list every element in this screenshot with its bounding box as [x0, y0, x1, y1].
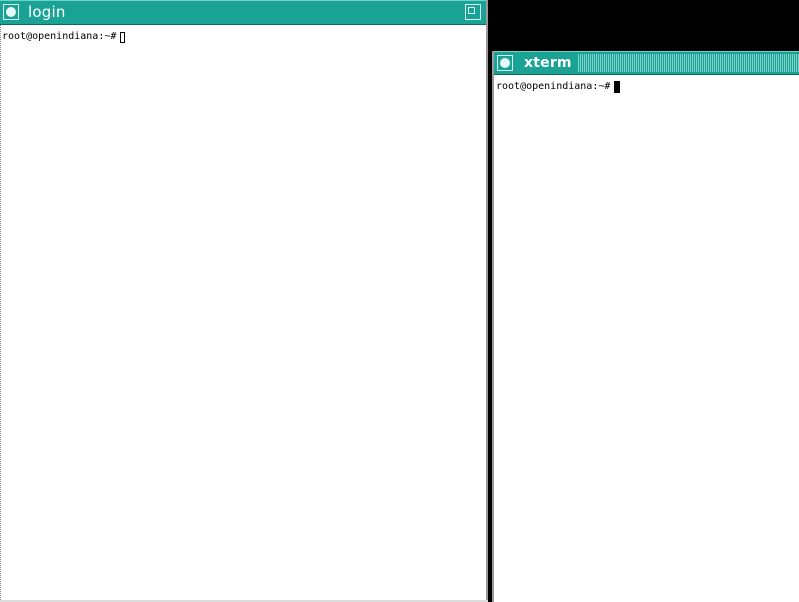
window-menu-dot	[6, 7, 16, 17]
active-title-stripes	[578, 54, 799, 72]
login-titlebar[interactable]: login	[0, 0, 486, 25]
xterm-cursor	[614, 81, 621, 93]
login-cursor	[120, 31, 126, 43]
xterm-titlebar[interactable]: xterm	[494, 51, 799, 75]
xterm-window-title: xterm	[524, 55, 572, 71]
login-terminal-line: root@openindiana:~#	[2, 31, 126, 43]
xterm-prompt: root@openindiana:~#	[496, 81, 611, 92]
maximize-icon[interactable]	[465, 4, 481, 20]
xterm-window[interactable]: xterm root@openindiana:~#	[492, 51, 799, 602]
maximize-icon-inner	[468, 7, 475, 14]
login-window-edge	[0, 25, 1, 602]
xterm-terminal-area[interactable]: root@openindiana:~#	[494, 77, 799, 602]
login-window[interactable]: login root@openindiana:~#	[0, 0, 488, 602]
window-menu-icon[interactable]	[497, 55, 513, 71]
window-menu-dot	[500, 58, 510, 68]
xterm-terminal-line: root@openindiana:~#	[496, 81, 621, 93]
desktop: login root@openindiana:~# xterm root@ope…	[0, 0, 799, 602]
login-window-title: login	[28, 3, 66, 21]
login-prompt: root@openindiana:~#	[2, 31, 117, 42]
window-menu-icon[interactable]	[3, 4, 19, 20]
login-terminal-area[interactable]: root@openindiana:~#	[0, 27, 486, 602]
